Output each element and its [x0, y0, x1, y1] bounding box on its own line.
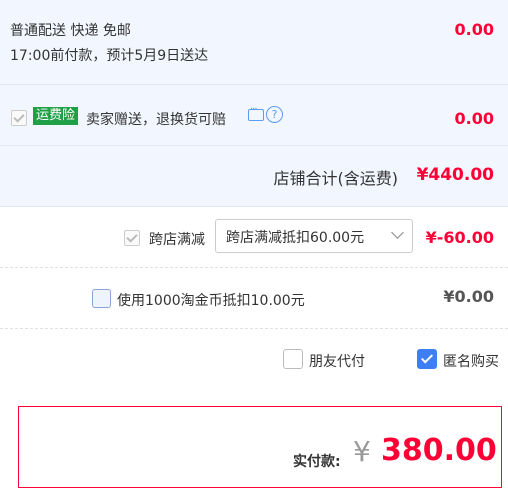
discount-checkbox: [124, 230, 140, 246]
insurance-badge: 运费险: [33, 107, 79, 125]
store-total-label: 店铺合计(含运费): [273, 169, 399, 188]
chat-icon[interactable]: [248, 104, 264, 121]
discount-value: ¥-60.00: [425, 228, 494, 247]
insurance-section: 运费险 卖家赠送，退换货可赔 ? 0.00: [0, 85, 508, 146]
friend-pay-label[interactable]: 朋友代付: [309, 351, 365, 371]
help-icon[interactable]: ?: [266, 106, 283, 123]
taojinbi-section: 使用1000淘金币抵扣10.00元 ¥0.00: [0, 268, 508, 329]
payment-box: 实付款: ¥ 380.00: [18, 406, 502, 488]
anonymous-checkbox[interactable]: [417, 349, 437, 369]
payment-currency: ¥: [353, 435, 371, 468]
store-total-value: ¥440.00: [416, 165, 494, 185]
discount-select[interactable]: 跨店满减抵扣60.00元: [215, 219, 413, 253]
chevron-down-icon: [391, 226, 404, 239]
taojinbi-checkbox[interactable]: [92, 289, 111, 308]
insurance-price: 0.00: [454, 109, 494, 128]
shipping-section: 普通配送 快递 免邮 17:00前付款，预计5月9日送达 0.00: [0, 0, 508, 85]
shipping-price: 0.00: [454, 20, 494, 39]
discount-label: 跨店满减: [149, 232, 205, 248]
shipping-eta: 17:00前付款，预计5月9日送达: [10, 48, 209, 64]
cross-store-discount-section: 跨店满减 跨店满减抵扣60.00元 ¥-60.00: [0, 207, 508, 268]
insurance-desc: 卖家赠送，退换货可赔: [86, 112, 226, 128]
taojinbi-value: ¥0.00: [443, 287, 494, 306]
store-total-section: 店铺合计(含运费) ¥440.00: [0, 146, 508, 207]
discount-select-value: 跨店满减抵扣60.00元: [226, 230, 365, 246]
order-options-section: 朋友代付 匿名购买: [0, 329, 508, 389]
payment-label: 实付款:: [293, 454, 341, 470]
taojinbi-label[interactable]: 使用1000淘金币抵扣10.00元: [117, 290, 305, 310]
shipping-method[interactable]: 普通配送 快递 免邮: [10, 20, 131, 40]
friend-pay-checkbox[interactable]: [283, 349, 303, 369]
insurance-checkbox: [11, 110, 27, 126]
payment-amount: 380.00: [381, 433, 497, 468]
anonymous-label[interactable]: 匿名购买: [443, 351, 499, 371]
